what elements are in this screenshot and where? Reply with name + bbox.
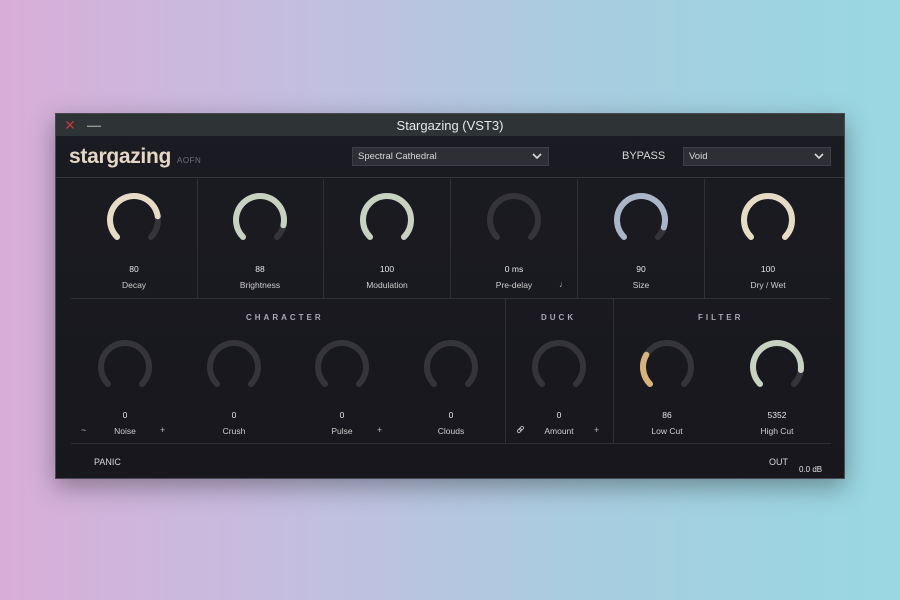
close-icon[interactable]: ✕	[62, 117, 78, 133]
high-cut-knob[interactable]	[747, 337, 807, 397]
brightness-value: 88	[255, 264, 265, 274]
add-icon[interactable]: +	[377, 425, 382, 435]
knob-level-arc	[233, 193, 287, 240]
low-cut-value: 86	[662, 410, 672, 420]
knob-level-arc	[741, 193, 795, 240]
divider	[450, 179, 451, 299]
knob-track	[207, 340, 261, 387]
window-title: Stargazing (VST3)	[396, 117, 504, 133]
crush-knob[interactable]	[204, 337, 264, 397]
knob-level-arc	[614, 193, 668, 240]
note-icon[interactable]: ♩	[559, 279, 568, 289]
output-label: OUT	[769, 457, 788, 467]
low-cut-label: Low Cut	[651, 426, 683, 436]
knob-track	[98, 340, 152, 387]
dry-wet-knob[interactable]	[738, 190, 798, 250]
knob-level-arc	[640, 351, 654, 387]
preset-value: Spectral Cathedral	[358, 151, 437, 162]
noise-knob[interactable]	[95, 337, 155, 397]
plugin-header: stargazing AOFN Spectral Cathedral BYPAS…	[56, 136, 844, 178]
output-level: 0.0 dB	[799, 465, 823, 474]
duck-amount-knob[interactable]	[529, 337, 589, 397]
preset-dropdown[interactable]: Spectral Cathedral	[352, 147, 549, 166]
plugin-window: ✕ — Stargazing (VST3) stargazing AOFN Sp…	[55, 113, 845, 479]
noise-value: 0	[122, 410, 128, 420]
duck-amount-value: 0	[556, 410, 562, 420]
high-cut-label: High Cut	[760, 426, 794, 436]
mode-value: Void	[689, 151, 708, 162]
size-value: 90	[636, 264, 646, 274]
brightness-knob[interactable]	[230, 190, 290, 250]
knob-level-arc	[750, 340, 804, 387]
row-divider	[71, 298, 831, 299]
decay-knob[interactable]	[104, 190, 164, 250]
pre-delay-label: Pre-delay	[495, 280, 533, 290]
mode-dropdown[interactable]: Void	[683, 147, 831, 166]
high-cut-value: 5352	[767, 410, 787, 420]
divider	[577, 179, 578, 299]
divider	[323, 179, 324, 299]
knob-track	[640, 340, 694, 387]
size-knob[interactable]	[611, 190, 671, 250]
bypass-button[interactable]: BYPASS	[622, 150, 665, 162]
modulation-value: 100	[379, 264, 395, 274]
size-label: Size	[632, 280, 650, 290]
modulation-knob[interactable]	[357, 190, 417, 250]
title-bar[interactable]: ✕ — Stargazing (VST3)	[56, 114, 844, 136]
link-icon[interactable]	[516, 425, 525, 436]
duck-section-title: DUCK	[541, 313, 577, 322]
knob-track	[424, 340, 478, 387]
knob-track	[487, 193, 541, 240]
modulation-label: Modulation	[366, 280, 408, 290]
main-knob-row: 80 Decay 88 Brightness 100 Modulation 0 …	[56, 179, 844, 299]
character-section-title: CHARACTER	[246, 313, 324, 322]
knob-track	[315, 340, 369, 387]
pre-delay-knob[interactable]	[484, 190, 544, 250]
divider	[704, 179, 705, 299]
brightness-label: Brightness	[239, 280, 281, 290]
dry-wet-label: Dry / Wet	[750, 280, 786, 290]
divider	[613, 299, 614, 444]
plugin-logo: stargazing	[69, 145, 172, 168]
filter-section-title: FILTER	[698, 313, 744, 322]
pulse-knob[interactable]	[312, 337, 372, 397]
dry-wet-value: 100	[760, 264, 776, 274]
knob-level-arc	[107, 193, 161, 240]
add-icon[interactable]: +	[160, 425, 165, 435]
clouds-label: Clouds	[437, 426, 465, 436]
row-divider	[71, 443, 831, 444]
pre-delay-value: 0 ms	[504, 264, 524, 274]
wave-icon[interactable]: ~	[81, 425, 86, 435]
crush-label: Crush	[222, 426, 246, 436]
divider	[197, 179, 198, 299]
decay-label: Decay	[121, 280, 147, 290]
panic-button[interactable]: PANIC	[94, 457, 121, 467]
low-cut-knob[interactable]	[637, 337, 697, 397]
minimize-icon[interactable]: —	[86, 117, 102, 133]
chevron-down-icon	[814, 150, 824, 165]
crush-value: 0	[231, 410, 237, 420]
plugin-vendor: AOFN	[177, 156, 202, 165]
knob-track	[532, 340, 586, 387]
knob-level-arc	[360, 193, 414, 240]
pulse-value: 0	[339, 410, 345, 420]
chevron-down-icon	[532, 150, 542, 165]
decay-value: 80	[129, 264, 139, 274]
clouds-value: 0	[448, 410, 454, 420]
clouds-knob[interactable]	[421, 337, 481, 397]
divider	[505, 299, 506, 444]
add-icon[interactable]: +	[594, 425, 599, 435]
